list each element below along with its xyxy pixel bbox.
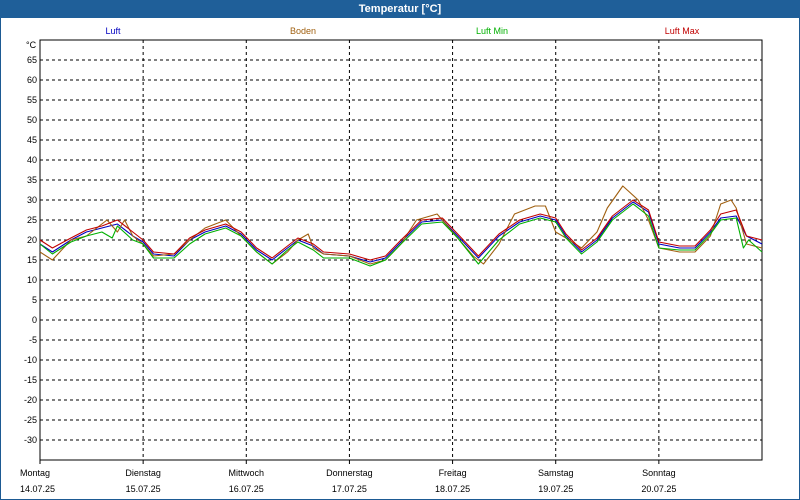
- y-tick-label: 45: [27, 135, 37, 145]
- x-tick-date: 16.07.25: [229, 484, 264, 494]
- legend-entry-luft: Luft: [105, 26, 121, 36]
- x-tick-day: Dienstag: [125, 468, 161, 478]
- y-tick-label: 0: [32, 315, 37, 325]
- y-tick-label: 65: [27, 55, 37, 65]
- y-tick-label: 50: [27, 115, 37, 125]
- y-tick-label: -20: [24, 395, 37, 405]
- x-tick-day: Donnerstag: [326, 468, 373, 478]
- temperature-chart: °C 65605550454035302520151050-5-10-15-20…: [20, 26, 763, 494]
- y-tick-label: 30: [27, 195, 37, 205]
- y-tick-label: -15: [24, 375, 37, 385]
- x-tick-day: Samstag: [538, 468, 574, 478]
- x-tick-date: 17.07.25: [332, 484, 367, 494]
- y-axis-unit-label: °C: [26, 40, 37, 50]
- y-tick-label: 60: [27, 75, 37, 85]
- y-tick-label: 10: [27, 275, 37, 285]
- y-tick-label: 55: [27, 95, 37, 105]
- y-tick-label: 35: [27, 175, 37, 185]
- y-tick-label: -30: [24, 435, 37, 445]
- x-tick-date: 14.07.25: [20, 484, 55, 494]
- x-tick-day: Freitag: [439, 468, 467, 478]
- x-tick-day: Mittwoch: [229, 468, 265, 478]
- y-tick-label: 15: [27, 255, 37, 265]
- y-tick-label: 40: [27, 155, 37, 165]
- y-tick-label: 20: [27, 235, 37, 245]
- x-tick-date: 19.07.25: [538, 484, 573, 494]
- y-tick-label: 25: [27, 215, 37, 225]
- grid-lines: [39, 40, 762, 464]
- y-tick-label: 5: [32, 295, 37, 305]
- x-tick-labels: Montag 14.07.25 Dienstag 15.07.25 Mittwoch 16…: [20, 468, 676, 494]
- legend-entry-luft-max: Luft Max: [665, 26, 700, 36]
- legend-entry-luft-min: Luft Min: [476, 26, 508, 36]
- legend: Luft Boden Luft Min Luft Max: [105, 26, 699, 36]
- x-tick-date: 18.07.25: [435, 484, 470, 494]
- x-tick-date: 15.07.25: [126, 484, 161, 494]
- x-tick-day: Montag: [20, 468, 50, 478]
- y-tick-labels: 65605550454035302520151050-5-10-15-20-25…: [24, 55, 37, 445]
- legend-entry-boden: Boden: [290, 26, 316, 36]
- series-lines: [39, 185, 763, 267]
- x-tick-date: 20.07.25: [641, 484, 676, 494]
- x-tick-day: Sonntag: [642, 468, 676, 478]
- y-tick-label: -25: [24, 415, 37, 425]
- y-tick-label: -10: [24, 355, 37, 365]
- y-tick-label: -5: [29, 335, 37, 345]
